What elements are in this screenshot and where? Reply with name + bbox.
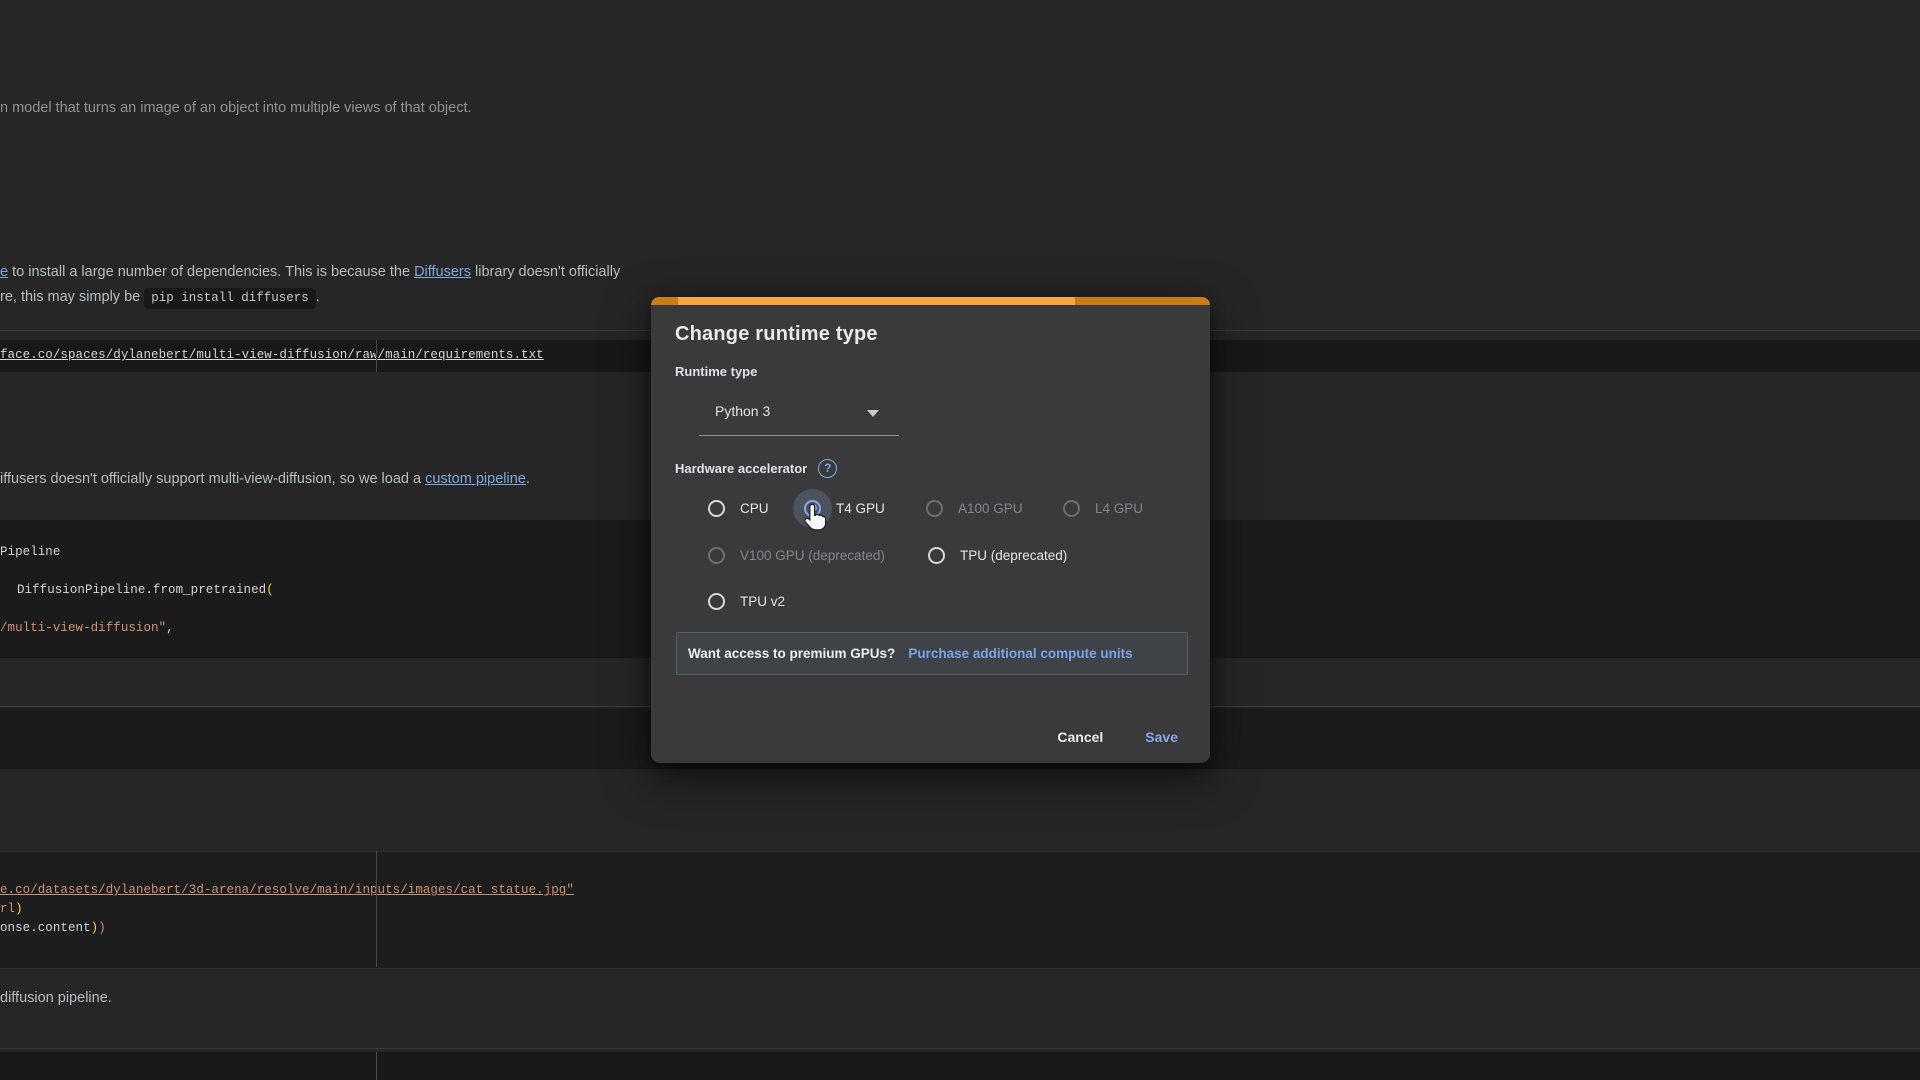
radio-icon[interactable] — [708, 500, 725, 517]
radio-option-t4-gpu[interactable]: T4 GPU — [804, 487, 885, 529]
radio-icon[interactable] — [926, 500, 943, 517]
cancel-button[interactable]: Cancel — [1043, 721, 1117, 753]
dialog-title: Change runtime type — [675, 323, 878, 346]
code-cell-catstatue: e.co/datasets/dylanebert/3d-arena/resolv… — [0, 851, 1920, 969]
markdown-pipeline-note: iffusers doesn't officially support mult… — [0, 471, 530, 487]
change-runtime-dialog: Change runtime type Runtime type Python … — [651, 297, 1210, 763]
radio-option-tpu-deprecated[interactable]: TPU (deprecated) — [928, 534, 1067, 576]
progress-segment — [1075, 297, 1210, 305]
radio-option-a100-gpu[interactable]: A100 GPU — [926, 487, 1023, 529]
markdown-deps-line1: e to install a large number of dependenc… — [0, 264, 620, 280]
radio-icon[interactable] — [928, 547, 945, 564]
accelerator-row-2: V100 GPU (deprecated) TPU (deprecated) — [651, 534, 1210, 576]
radio-label: TPU v2 — [740, 594, 785, 609]
radio-label: CPU — [740, 501, 769, 516]
accelerator-row-3: TPU v2 — [651, 580, 1210, 622]
radio-label: V100 GPU (deprecated) — [740, 548, 885, 563]
radio-option-l4-gpu[interactable]: L4 GPU — [1063, 487, 1143, 529]
markdown-tail-text: diffusion pipeline. — [0, 990, 112, 1006]
radio-icon[interactable] — [804, 500, 821, 517]
radio-option-tpu-v2[interactable]: TPU v2 — [708, 580, 785, 622]
custom-pipeline-link[interactable]: custom pipeline — [425, 471, 526, 487]
requirements-url-code[interactable]: face.co/spaces/dylanebert/multi-view-dif… — [0, 348, 544, 362]
radio-icon[interactable] — [708, 547, 725, 564]
diffusers-link[interactable]: Diffusers — [414, 264, 471, 280]
accelerator-row-1: CPU T4 GPU A100 GPU L4 GPU — [651, 487, 1210, 529]
save-button[interactable]: Save — [1131, 721, 1192, 753]
inline-code-chip: pip install diffusers — [144, 288, 316, 309]
editor-column-line — [376, 1052, 377, 1080]
deps2-text: re, this may simply be — [0, 289, 144, 305]
note-tail: . — [526, 471, 530, 487]
code-line: DiffusionPipeline.from_pretrained( — [17, 583, 274, 597]
dialog-actions: Cancel Save — [1043, 717, 1192, 757]
radio-label: T4 GPU — [836, 501, 885, 516]
banner-text: Want access to premium GPUs? — [688, 646, 895, 661]
dialog-progress-bar — [651, 297, 1210, 305]
code-line: Pipeline — [0, 545, 60, 559]
code-line: e.co/datasets/dylanebert/3d-arena/resolv… — [0, 883, 574, 897]
radio-option-cpu[interactable]: CPU — [708, 487, 769, 529]
code-cell-bottom-band — [0, 1052, 1920, 1080]
radio-icon[interactable] — [708, 593, 725, 610]
radio-label: A100 GPU — [958, 501, 1023, 516]
chevron-down-icon — [867, 410, 879, 417]
editor-column-line — [376, 340, 377, 372]
progress-segment — [678, 297, 1075, 305]
runtime-type-label: Runtime type — [675, 364, 757, 379]
link-fragment[interactable]: e — [0, 264, 8, 280]
radio-label: L4 GPU — [1095, 501, 1143, 516]
radio-icon[interactable] — [1063, 500, 1080, 517]
cell-divider-line — [0, 1048, 1920, 1049]
code-line: /multi-view-diffusion", — [0, 621, 174, 635]
deps-text: to install a large number of dependencie… — [8, 264, 414, 280]
radio-icon-selected[interactable] — [804, 500, 821, 517]
code-line: rl) — [0, 902, 23, 916]
deps2-tail: . — [316, 289, 320, 305]
code-line: onse.content)) — [0, 921, 106, 935]
markdown-intro-text: n model that turns an image of an object… — [0, 100, 472, 116]
runtime-type-value: Python 3 — [715, 403, 770, 419]
editor-column-line — [376, 851, 377, 967]
progress-segment — [651, 297, 678, 305]
purchase-compute-units-link[interactable]: Purchase additional compute units — [908, 646, 1132, 661]
hardware-accelerator-label: Hardware accelerator — [675, 461, 807, 476]
radio-label: TPU (deprecated) — [960, 548, 1067, 563]
runtime-type-select[interactable]: Python 3 — [699, 391, 899, 436]
markdown-deps-line2: re, this may simply be pip install diffu… — [0, 289, 320, 305]
deps-tail: library doesn't officially — [471, 264, 620, 280]
premium-gpu-banner: Want access to premium GPUs? Purchase ad… — [676, 632, 1188, 675]
radio-option-v100-gpu[interactable]: V100 GPU (deprecated) — [708, 534, 885, 576]
help-icon[interactable]: ? — [818, 459, 837, 478]
note-text: iffusers doesn't officially support mult… — [0, 471, 425, 487]
